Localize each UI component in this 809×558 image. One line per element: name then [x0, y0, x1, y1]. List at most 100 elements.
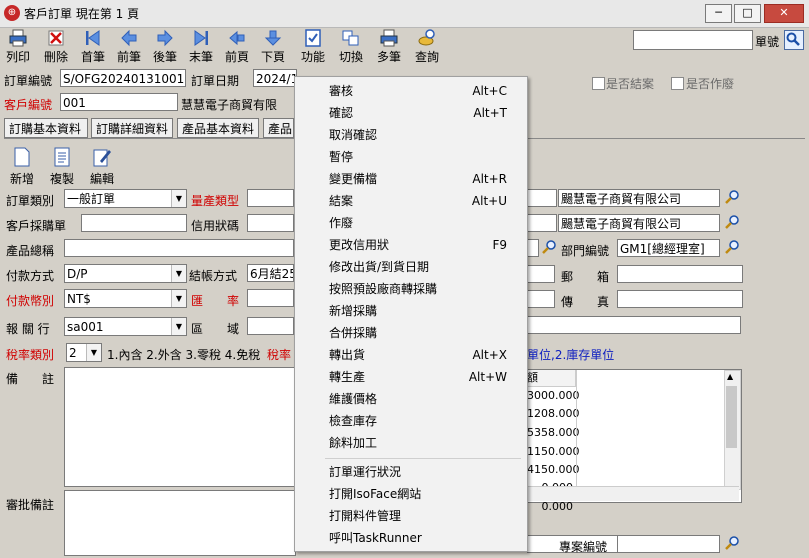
maximize-button[interactable]: □	[734, 4, 761, 23]
mail-field[interactable]	[617, 265, 743, 283]
credit-field[interactable]	[247, 214, 294, 232]
customer-po-field[interactable]	[81, 214, 187, 232]
edit-button[interactable]: 編輯	[88, 147, 116, 187]
menu-item-check-stock[interactable]: 檢查庫存	[295, 410, 527, 432]
menu-item-close-case[interactable]: 結案 Alt+U	[295, 190, 527, 212]
fax-field[interactable]	[617, 290, 743, 308]
menu-item-change-credit[interactable]: 更改信用狀 F9	[295, 234, 527, 256]
menu-item-order-status[interactable]: 訂單運行狀況	[295, 461, 527, 483]
settle-method-field[interactable]: 6月結25	[247, 264, 294, 282]
new-document-icon	[14, 147, 30, 167]
company-field-1[interactable]: 颺慧電子商貿有限公司	[558, 189, 720, 207]
menu-item-default-vendor-purchase[interactable]: 按照預設廠商轉採購	[295, 278, 527, 300]
print-button[interactable]: 列印	[2, 27, 34, 67]
minimize-button[interactable]: ─	[705, 4, 732, 23]
search-icon[interactable]	[724, 214, 740, 230]
right-field-2[interactable]	[527, 214, 557, 232]
approval-remark-textarea[interactable]	[64, 490, 296, 556]
menu-item-change-backup[interactable]: 變更備檔 Alt+R	[295, 168, 527, 190]
multi-record-button[interactable]: 多筆	[372, 27, 406, 67]
new-button[interactable]: 新增	[8, 147, 36, 187]
closed-checkbox[interactable]	[592, 77, 605, 90]
region-field[interactable]	[247, 317, 294, 335]
order-no-field[interactable]: S/OFG20240131001	[60, 69, 186, 87]
function-button[interactable]: 功能	[296, 27, 330, 67]
menu-item-call-taskrunner[interactable]: 呼叫TaskRunner	[295, 527, 527, 549]
copy-button[interactable]: 複製	[48, 147, 76, 187]
menu-item-approve[interactable]: 審核 Alt+C	[295, 80, 527, 102]
order-type-select[interactable]: 一般訂單 ▼	[64, 189, 187, 208]
void-checkbox[interactable]	[671, 77, 684, 90]
menu-item-cancel-confirm[interactable]: 取消確認	[295, 124, 527, 146]
menu-item-maintain-price[interactable]: 維護價格	[295, 388, 527, 410]
customer-code-label: 客戶編號	[4, 98, 53, 112]
search-icon[interactable]	[724, 535, 740, 551]
search-icon[interactable]	[724, 189, 740, 205]
menu-item-to-production[interactable]: 轉生產 Alt+W	[295, 366, 527, 388]
first-record-button[interactable]: 首筆	[77, 27, 109, 67]
last-record-button[interactable]: 末筆	[185, 27, 217, 67]
project-no-field[interactable]	[617, 535, 720, 553]
remark-textarea[interactable]	[64, 367, 296, 487]
query-button[interactable]: 查詢	[410, 27, 444, 67]
customer-code-field[interactable]: 001	[60, 93, 178, 111]
department-field[interactable]: GM1[總經理室]	[617, 239, 720, 257]
right-field-5[interactable]	[527, 290, 555, 308]
next-page-button[interactable]: 下頁	[257, 27, 289, 67]
right-field-1[interactable]	[527, 189, 557, 207]
search-icon[interactable]	[541, 239, 557, 255]
menu-item-to-shipment[interactable]: 轉出貨 Alt+X	[295, 344, 527, 366]
tab-order-detail[interactable]: 訂購詳細資料	[91, 118, 173, 138]
menu-item-new-purchase[interactable]: 新增採購	[295, 300, 527, 322]
region-wide-field[interactable]	[527, 316, 741, 334]
search-button[interactable]	[784, 30, 804, 50]
production-type-field[interactable]	[247, 189, 294, 207]
menu-item-change-dates[interactable]: 修改出貨/到貨日期	[295, 256, 527, 278]
order-date-field[interactable]: 2024/1/31	[253, 69, 297, 87]
window-title: 客戶訂單 現在第 1 頁	[24, 7, 140, 21]
tab-product-basic[interactable]: 產品基本資料	[177, 118, 259, 138]
customs-broker-select[interactable]: sa001 ▼	[64, 317, 187, 336]
menu-item-void[interactable]: 作廢	[295, 212, 527, 234]
switch-button[interactable]: 切換	[334, 27, 368, 67]
void-label: 是否作廢	[686, 77, 735, 91]
delete-button[interactable]: 刪除	[40, 27, 72, 67]
grid-horizontal-scrollbar[interactable]	[527, 486, 739, 501]
department-label: 部門編號	[561, 244, 610, 258]
tax-type-select[interactable]: 2 ▼	[66, 343, 102, 362]
closed-label: 是否結案	[606, 77, 655, 91]
next-record-button[interactable]: 後筆	[149, 27, 181, 67]
scroll-up-arrow-icon[interactable]: ▲	[727, 372, 733, 381]
customer-po-label: 客戶採購單	[6, 219, 67, 233]
amount-column-header: 額	[527, 370, 576, 387]
product-name-field[interactable]	[64, 239, 294, 257]
tab-order-basic[interactable]: 訂購基本資料	[4, 118, 88, 138]
right-field-3[interactable]	[527, 239, 539, 257]
exchange-rate-label: 匯 率	[191, 294, 240, 308]
tab-product-more[interactable]: 產品	[263, 118, 294, 138]
menu-item-open-material[interactable]: 打開料件管理	[295, 505, 527, 527]
exchange-rate-field[interactable]	[247, 289, 294, 307]
payment-method-select[interactable]: D/P ▼	[64, 264, 187, 283]
scrollbar-thumb[interactable]	[726, 386, 737, 448]
unit-hint: 單位,2.庫存單位	[527, 348, 615, 362]
company-field-2[interactable]: 颺慧電子商貿有限公司	[558, 214, 720, 232]
copy-document-icon	[54, 147, 70, 167]
menu-item-merge-purchase[interactable]: 合併採購	[295, 322, 527, 344]
prev-record-button[interactable]: 前筆	[113, 27, 145, 67]
menu-item-leftover-processing[interactable]: 餘料加工	[295, 432, 527, 454]
first-icon	[86, 30, 100, 46]
menu-item-confirm[interactable]: 確認 Alt+T	[295, 102, 527, 124]
currency-select[interactable]: NT$ ▼	[64, 289, 187, 308]
order-no-search-input[interactable]	[633, 30, 753, 50]
right-field-4[interactable]	[527, 265, 555, 283]
close-button[interactable]: ✕	[764, 4, 804, 23]
search-icon[interactable]	[724, 239, 740, 255]
settle-method-label: 結帳方式	[189, 269, 238, 283]
prev-page-button[interactable]: 前頁	[221, 27, 253, 67]
function-context-menu: 審核 Alt+C 確認 Alt+T 取消確認 暫停 變更備檔 Alt+R 結案 Alt+…	[294, 76, 528, 552]
menu-item-open-isoface[interactable]: 打開IsoFace網站	[295, 483, 527, 505]
credit-label: 信用狀碼	[191, 219, 240, 233]
menu-item-pause[interactable]: 暫停	[295, 146, 527, 168]
amount-cell: 4150.000	[527, 463, 580, 476]
